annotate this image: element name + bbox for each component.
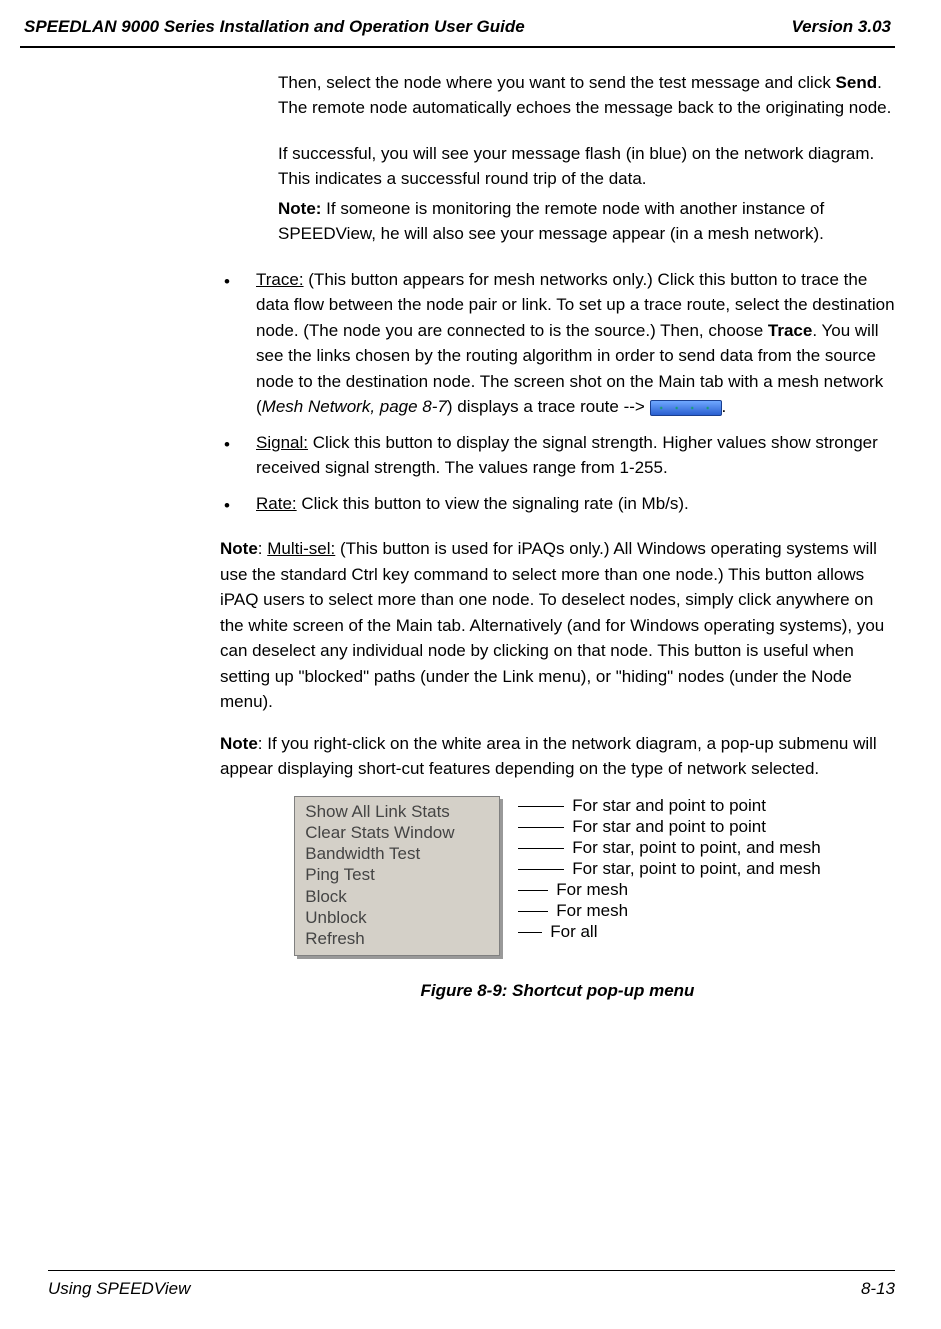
bullet-icon: • — [220, 430, 234, 481]
note-label: Note: — [278, 199, 321, 218]
trace-label: Trace: — [256, 270, 304, 289]
mesh-ref: Mesh Network, page 8-7 — [262, 397, 447, 416]
figure-caption: Figure 8-9: Shortcut pop-up menu — [220, 978, 895, 1004]
figure-inner: Show All Link Stats Clear Stats Window B… — [294, 796, 821, 957]
intro-paragraph-1: Then, select the node where you want to … — [278, 70, 895, 121]
menu-item-block[interactable]: Block — [305, 886, 485, 907]
annotation-text: For star, point to point, and mesh — [572, 858, 821, 879]
intro-note-paragraph: Note: If someone is monitoring the remot… — [278, 196, 895, 247]
text: Then, select the node where you want to … — [278, 73, 836, 92]
bullet-text: Trace: (This button appears for mesh net… — [256, 267, 895, 420]
leader-line-icon — [518, 869, 564, 870]
doc-title: SPEEDLAN 9000 Series Installation and Op… — [24, 14, 525, 40]
bullet-icon: • — [220, 267, 234, 420]
bullet-rate: • Rate: Click this button to view the si… — [220, 491, 895, 519]
annotation-text: For star and point to point — [572, 795, 766, 816]
annotation-text: For mesh — [556, 900, 628, 921]
text: ) displays a trace route --> — [447, 397, 650, 416]
trace-route-icon — [650, 400, 722, 416]
text: Click this button to view the signaling … — [297, 494, 689, 513]
menu-item-show-all-link-stats[interactable]: Show All Link Stats — [305, 801, 485, 822]
leader-line-icon — [518, 806, 564, 807]
footer-section: Using SPEEDView — [48, 1276, 190, 1302]
leader-line-icon — [518, 827, 564, 828]
bullet-trace: • Trace: (This button appears for mesh n… — [220, 267, 895, 420]
footer-page-number: 8-13 — [861, 1276, 895, 1302]
menu-item-unblock[interactable]: Unblock — [305, 907, 485, 928]
leader-line-icon — [518, 932, 542, 933]
header-rule — [20, 46, 895, 48]
text: . — [722, 397, 727, 416]
rate-label: Rate: — [256, 494, 297, 513]
bullet-text: Rate: Click this button to view the sign… — [256, 491, 895, 519]
note-label: Note — [220, 539, 258, 558]
annotation-row: For star, point to point, and mesh — [518, 838, 821, 859]
note-rightclick: Note: If you right-click on the white ar… — [220, 731, 895, 782]
menu-annotations: For star and point to point For star and… — [518, 796, 821, 943]
text: : If you right-click on the white area i… — [220, 734, 877, 779]
leader-line-icon — [518, 890, 548, 891]
doc-version: Version 3.03 — [791, 14, 891, 40]
note-multisel: Note: Multi-sel: (This button is used fo… — [220, 536, 895, 715]
text: Click this button to display the signal … — [256, 433, 878, 478]
annotation-row: For mesh — [518, 901, 821, 922]
page-root: SPEEDLAN 9000 Series Installation and Op… — [0, 0, 941, 1329]
bullet-signal: • Signal: Click this button to display t… — [220, 430, 895, 481]
bullet-text: Signal: Click this button to display the… — [256, 430, 895, 481]
menu-item-refresh[interactable]: Refresh — [305, 928, 485, 949]
figure-shortcut-menu: Show All Link Stats Clear Stats Window B… — [220, 796, 895, 957]
annotation-row: For all — [518, 922, 821, 943]
leader-line-icon — [518, 911, 548, 912]
annotation-row: For star and point to point — [518, 796, 821, 817]
text: (This button is used for iPAQs only.) Al… — [220, 539, 884, 711]
menu-item-bandwidth-test[interactable]: Bandwidth Test — [305, 843, 485, 864]
multisel-label: Multi-sel: — [267, 539, 335, 558]
intro-paragraph-2: If successful, you will see your message… — [278, 141, 895, 192]
text: If someone is monitoring the remote node… — [278, 199, 824, 244]
annotation-text: For mesh — [556, 879, 628, 900]
note-label: Note — [220, 734, 258, 753]
footer-rule — [48, 1270, 895, 1271]
annotation-text: For star and point to point — [572, 816, 766, 837]
page-footer: Using SPEEDView 8-13 — [48, 1276, 895, 1302]
signal-label: Signal: — [256, 433, 308, 452]
annotation-row: For mesh — [518, 880, 821, 901]
text: If successful, you will see your message… — [278, 144, 874, 189]
annotation-row: For star and point to point — [518, 817, 821, 838]
leader-line-icon — [518, 848, 564, 849]
body-column: Then, select the node where you want to … — [220, 70, 895, 1004]
bullet-icon: • — [220, 491, 234, 519]
popup-menu[interactable]: Show All Link Stats Clear Stats Window B… — [294, 796, 500, 957]
send-label: Send — [836, 73, 878, 92]
menu-item-ping-test[interactable]: Ping Test — [305, 864, 485, 885]
annotation-row: For star, point to point, and mesh — [518, 859, 821, 880]
menu-item-clear-stats-window[interactable]: Clear Stats Window — [305, 822, 485, 843]
annotation-text: For star, point to point, and mesh — [572, 837, 821, 858]
annotation-text: For all — [550, 921, 597, 942]
trace-bold: Trace — [768, 321, 812, 340]
page-header: SPEEDLAN 9000 Series Installation and Op… — [20, 14, 895, 46]
colon: : — [258, 539, 267, 558]
